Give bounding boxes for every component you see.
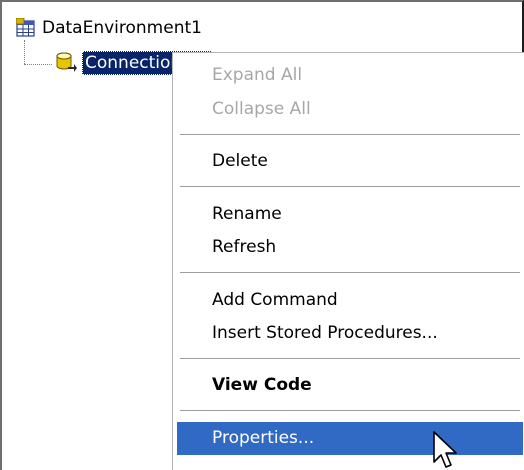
menu-item-expand-all[interactable]: Expand All <box>177 59 523 92</box>
tree-node-data-environment[interactable]: DataEnvironment1 <box>16 16 202 40</box>
menu-item-view-code[interactable]: View Code <box>177 369 523 402</box>
menu-item-insert-stored-procedures[interactable]: Insert Stored Procedures... <box>177 317 523 350</box>
data-environment-icon <box>16 18 35 37</box>
menu-separator <box>180 272 520 274</box>
tree-node-label: DataEnvironment1 <box>42 18 202 38</box>
menu-item-rename[interactable]: Rename <box>177 198 523 231</box>
menu-separator <box>180 134 520 136</box>
context-menu: Expand All Collapse All Delete Rename Re… <box>172 52 524 470</box>
menu-separator <box>180 410 520 412</box>
tree-view-pane: DataEnvironment1 Connection1 Expand All … <box>0 0 524 470</box>
menu-separator <box>180 186 520 188</box>
database-connection-icon <box>56 52 77 72</box>
menu-item-delete[interactable]: Delete <box>177 145 523 178</box>
menu-item-collapse-all[interactable]: Collapse All <box>177 93 523 126</box>
mouse-pointer-icon <box>433 431 457 468</box>
menu-item-properties[interactable]: Properties... <box>177 422 523 455</box>
menu-item-add-command[interactable]: Add Command <box>177 284 523 317</box>
menu-separator <box>180 358 520 360</box>
tree-connector-line <box>24 40 25 64</box>
tree-connector-line <box>24 64 52 65</box>
menu-item-refresh[interactable]: Refresh <box>177 231 523 264</box>
